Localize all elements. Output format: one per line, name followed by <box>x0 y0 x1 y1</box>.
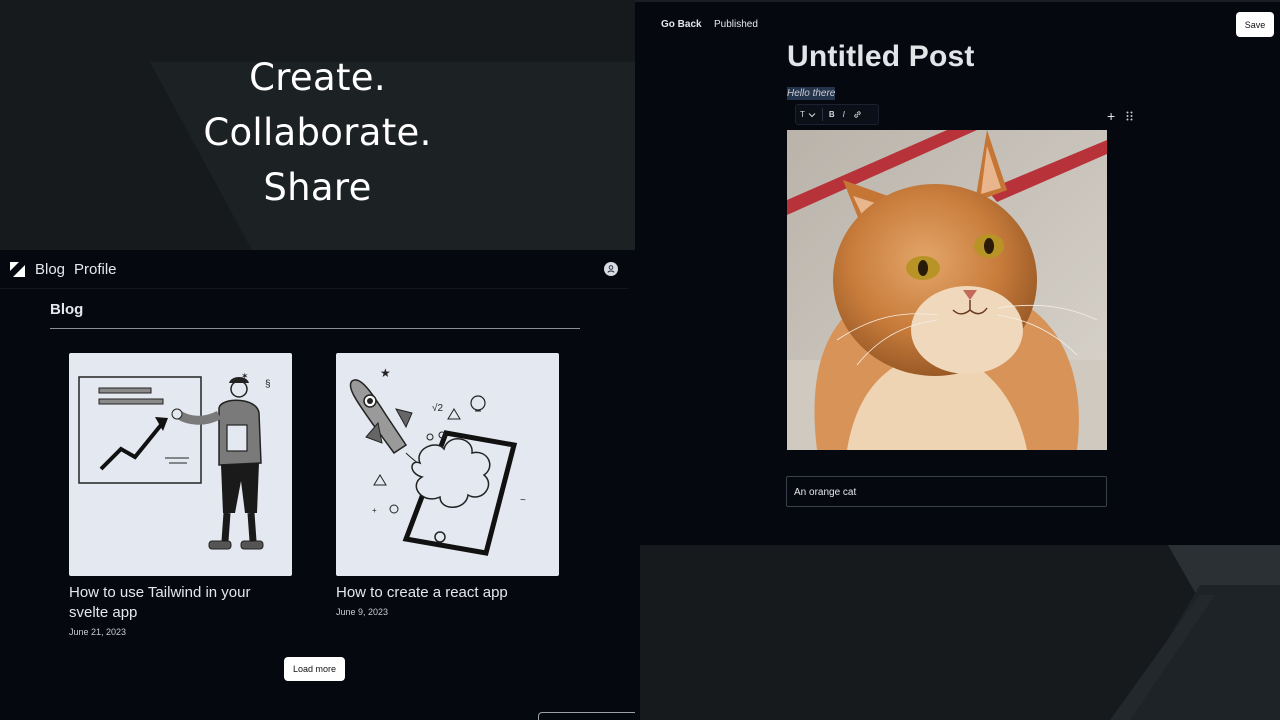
blog-card-illustration-presenter: ✶ § <box>69 353 292 576</box>
app-logo-icon[interactable] <box>10 262 25 277</box>
blog-card[interactable]: ✶ § How to use Tailwind in your svelte a… <box>69 353 292 637</box>
load-more-button[interactable]: Load more <box>284 657 345 681</box>
hero-line-collaborate: Collaborate. <box>203 111 432 154</box>
text-type-icon: T <box>800 110 805 119</box>
blog-card-title[interactable]: How to create a react app <box>336 583 559 603</box>
decorative-background <box>640 545 1280 720</box>
save-button[interactable]: Save <box>1236 12 1274 37</box>
nav-link-profile[interactable]: Profile <box>74 261 117 278</box>
blog-card-date: June 21, 2023 <box>69 627 127 637</box>
chevron-down-icon <box>808 112 816 117</box>
orange-cat-image[interactable] <box>787 130 1107 450</box>
link-icon <box>854 111 861 118</box>
published-toggle[interactable]: Published <box>714 19 758 30</box>
user-avatar[interactable] <box>604 262 618 276</box>
svg-text:∼: ∼ <box>506 441 514 452</box>
user-icon <box>607 265 615 273</box>
blog-card-date: June 9, 2023 <box>336 607 389 617</box>
post-paragraph[interactable]: Hello there <box>787 87 836 100</box>
editor-top-strip <box>635 0 1280 2</box>
blog-section-title: Blog <box>50 301 84 318</box>
svg-text:§: § <box>265 379 271 390</box>
hero-banner: Create. Collaborate. Share <box>0 0 635 250</box>
decorative-shapes <box>1110 545 1280 720</box>
blog-card[interactable]: ★ √2 + ~ ∼ How to create a react app Jun… <box>336 353 559 617</box>
post-editor-page: Go Back Published Save Untitled Post Hel… <box>635 0 1280 545</box>
bold-button[interactable]: B <box>825 110 839 119</box>
text-type-dropdown[interactable]: T <box>796 110 820 119</box>
post-title[interactable]: Untitled Post <box>787 40 975 74</box>
svg-text:+: + <box>372 506 377 515</box>
image-caption-input[interactable]: An orange cat <box>786 476 1107 507</box>
toolbar-separator <box>821 108 823 121</box>
screenshot-collage: Create. Collaborate. Share Blog Profile … <box>0 0 1280 720</box>
partial-outline-element <box>538 712 635 720</box>
svg-text:★: ★ <box>380 366 391 380</box>
hero-tagline: Create. Collaborate. Share <box>0 50 635 215</box>
blog-list-page: Blog Profile Blog ✶ § How to use Tailwin… <box>0 250 635 720</box>
hero-line-create: Create. <box>249 56 386 99</box>
blog-card-illustration-rocket-phone: ★ √2 + ~ ∼ <box>336 353 559 576</box>
svg-text:√2: √2 <box>432 402 443 414</box>
add-block-button[interactable]: + <box>1107 108 1115 124</box>
top-navigation: Blog Profile <box>0 250 628 289</box>
blog-card-title[interactable]: How to use Tailwind in your svelte app <box>69 583 292 623</box>
italic-button[interactable]: I <box>839 110 849 119</box>
formatting-toolbar: T B I <box>795 104 879 125</box>
svg-text:~: ~ <box>520 495 526 506</box>
svg-text:✶: ✶ <box>241 371 249 381</box>
hero-line-share: Share <box>263 166 372 209</box>
go-back-link[interactable]: Go Back <box>661 19 702 30</box>
drag-handle-icon[interactable] <box>1126 111 1133 121</box>
nav-link-blog[interactable]: Blog <box>35 261 65 278</box>
section-divider <box>50 328 580 329</box>
link-button[interactable] <box>849 110 866 119</box>
